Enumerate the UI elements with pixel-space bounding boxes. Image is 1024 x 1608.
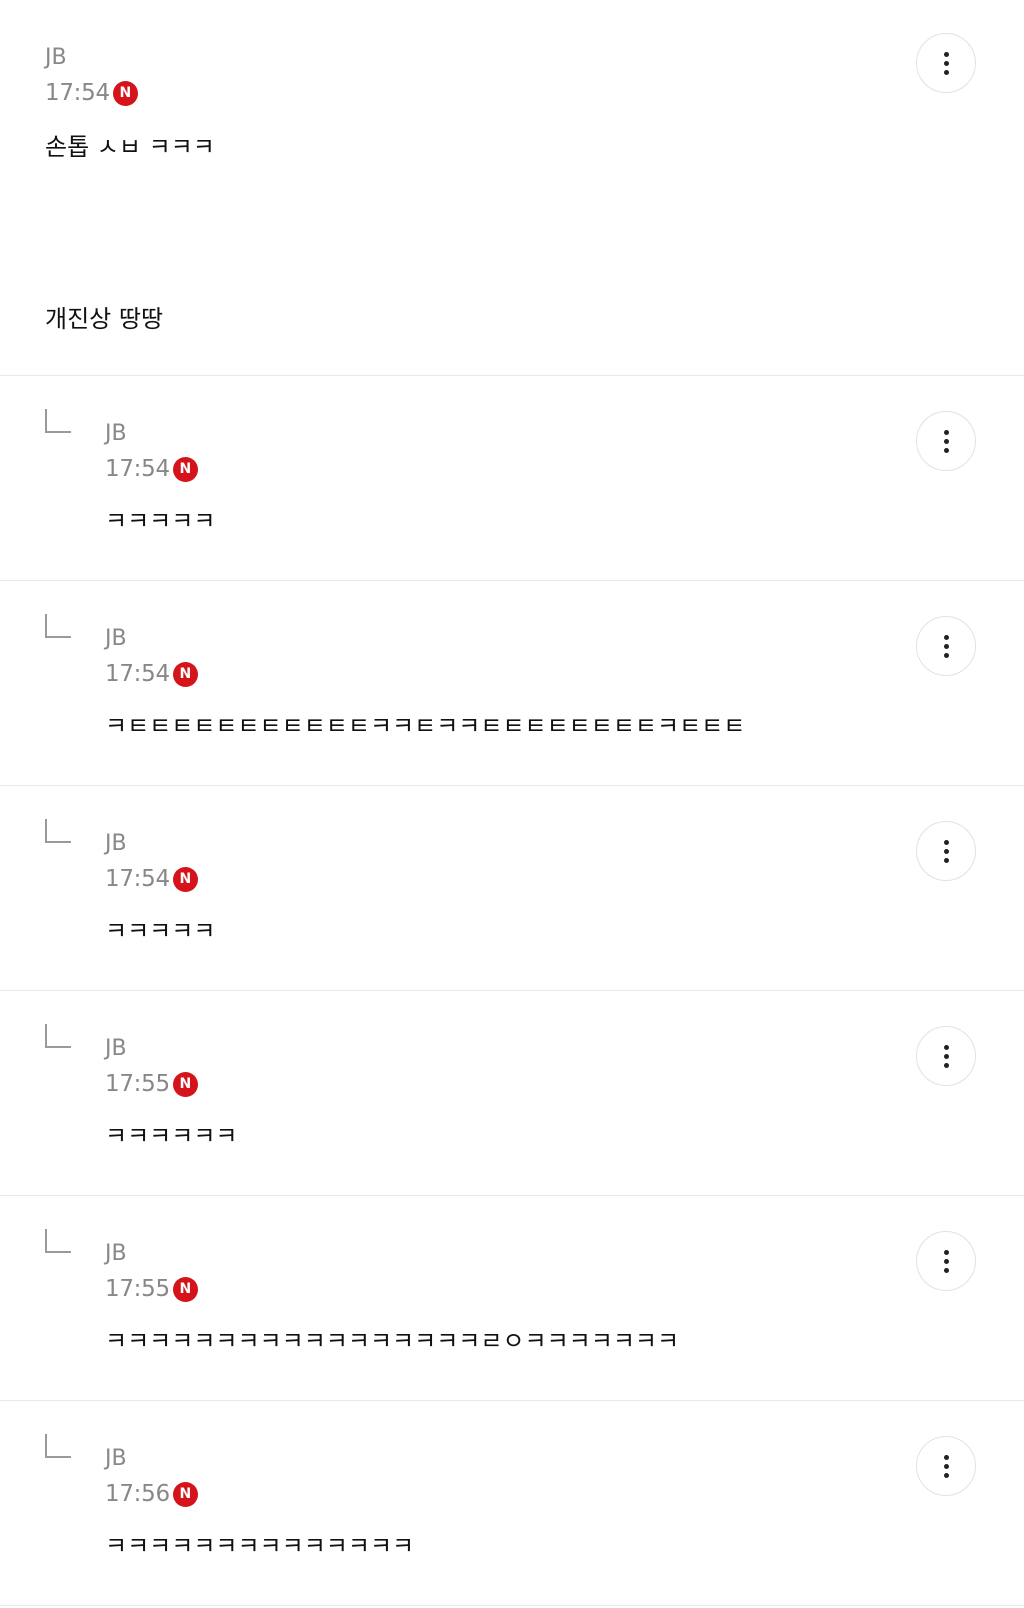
reply-time: 17:54: [105, 661, 170, 687]
reply-time: 17:55: [105, 1071, 170, 1097]
comment-text-line-1: 손톱 ㅅㅂ ㅋㅋㅋ: [45, 133, 215, 161]
more-dot: [943, 51, 949, 57]
reply-arrow-icon: [45, 1229, 71, 1253]
new-badge-icon: N: [172, 661, 198, 687]
comment-author[interactable]: JB: [45, 44, 67, 72]
reply-author[interactable]: JB: [105, 1240, 127, 1268]
more-dot: [943, 1249, 949, 1255]
more-dot: [943, 1062, 949, 1068]
more-dot: [943, 1472, 949, 1478]
more-options-button[interactable]: [916, 1231, 976, 1291]
reply-meta: 17:54 N: [105, 864, 198, 894]
reply-text: ㅋㅋㅋㅋㅋㅋㅋㅋㅋㅋㅋㅋㅋㅋㅋㅋㅋㄹㅇㅋㅋㅋㅋㅋㅋㅋ: [105, 1327, 680, 1355]
comment-thread: JB 17:54 N 손톱 ㅅㅂ ㅋㅋㅋ 개진상 땅땅 JB 17:54 N ㅋ…: [0, 0, 1024, 1608]
reply-meta: 17:54 N: [105, 454, 198, 484]
reply-text: ㅋㅌㅌㅌㅌㅌㅌㅌㅌㅌㅌㅌㅋㅋㅌㅋㅋㅌㅌㅌㅌㅌㅌㅌㅌㅋㅌㅌㅌ: [105, 712, 746, 740]
reply-author[interactable]: JB: [105, 1445, 127, 1473]
reply-text: ㅋㅋㅋㅋㅋㅋ: [105, 1122, 238, 1150]
reply-arrow-icon: [45, 409, 71, 433]
reply-author[interactable]: JB: [105, 1035, 127, 1063]
reply-item: JB 17:54 N ㅋㅋㅋㅋㅋ: [0, 786, 1024, 991]
more-options-button[interactable]: [916, 411, 976, 471]
comment-meta: 17:54 N: [45, 78, 138, 108]
reply-item: JB 17:54 N ㅋㅋㅋㅋㅋ: [0, 376, 1024, 581]
reply-arrow-icon: [45, 1434, 71, 1458]
more-dot: [943, 1258, 949, 1264]
reply-text: ㅋㅋㅋㅋㅋㅋㅋㅋㅋㅋㅋㅋㅋㅋ: [105, 1532, 415, 1560]
more-options-button[interactable]: [916, 616, 976, 676]
more-dot: [943, 1267, 949, 1273]
reply-item: JB 17:55 N ㅋㅋㅋㅋㅋㅋ: [0, 991, 1024, 1196]
more-dot: [943, 839, 949, 845]
reply-arrow-icon: [45, 819, 71, 843]
more-options-button[interactable]: [916, 1436, 976, 1496]
more-dot: [943, 1053, 949, 1059]
reply-meta: 17:55 N: [105, 1069, 198, 1099]
more-dot: [943, 634, 949, 640]
more-options-button[interactable]: [916, 33, 976, 93]
new-badge-icon: N: [172, 1276, 198, 1302]
more-dot: [943, 652, 949, 658]
reply-time: 17:56: [105, 1481, 170, 1507]
new-badge-icon: N: [172, 866, 198, 892]
reply-author[interactable]: JB: [105, 830, 127, 858]
reply-text: ㅋㅋㅋㅋㅋ: [105, 917, 216, 945]
more-dot: [943, 438, 949, 444]
more-dot: [943, 857, 949, 863]
more-dot: [943, 1454, 949, 1460]
reply-item: JB 17:54 N ㅋㅌㅌㅌㅌㅌㅌㅌㅌㅌㅌㅌㅋㅋㅌㅋㅋㅌㅌㅌㅌㅌㅌㅌㅌㅋㅌㅌㅌ: [0, 581, 1024, 786]
more-dot: [943, 69, 949, 75]
reply-item: JB 17:56 N ㅋㅋㅋㅋㅋㅋㅋㅋㅋㅋㅋㅋㅋㅋ: [0, 1401, 1024, 1606]
new-badge-icon: N: [172, 1481, 198, 1507]
reply-time: 17:55: [105, 1276, 170, 1302]
new-badge-icon: N: [172, 1071, 198, 1097]
reply-text: ㅋㅋㅋㅋㅋ: [105, 507, 216, 535]
reply-arrow-icon: [45, 1024, 71, 1048]
reply-author[interactable]: JB: [105, 420, 127, 448]
more-dot: [943, 60, 949, 66]
more-options-button[interactable]: [916, 821, 976, 881]
comment-text-line-2: 개진상 땅땅: [45, 305, 164, 333]
new-badge-icon: N: [172, 456, 198, 482]
more-dot: [943, 447, 949, 453]
reply-author[interactable]: JB: [105, 625, 127, 653]
reply-time: 17:54: [105, 866, 170, 892]
more-dot: [943, 643, 949, 649]
main-comment: JB 17:54 N 손톱 ㅅㅂ ㅋㅋㅋ 개진상 땅땅: [0, 0, 1024, 376]
reply-arrow-icon: [45, 614, 71, 638]
more-dot: [943, 1463, 949, 1469]
reply-item: JB 17:55 N ㅋㅋㅋㅋㅋㅋㅋㅋㅋㅋㅋㅋㅋㅋㅋㅋㅋㄹㅇㅋㅋㅋㅋㅋㅋㅋ: [0, 1196, 1024, 1401]
new-badge-icon: N: [112, 80, 138, 106]
reply-meta: 17:55 N: [105, 1274, 198, 1304]
more-dot: [943, 429, 949, 435]
reply-meta: 17:54 N: [105, 659, 198, 689]
more-options-button[interactable]: [916, 1026, 976, 1086]
more-dot: [943, 848, 949, 854]
comment-time: 17:54: [45, 80, 110, 106]
more-dot: [943, 1044, 949, 1050]
reply-time: 17:54: [105, 456, 170, 482]
reply-meta: 17:56 N: [105, 1479, 198, 1509]
